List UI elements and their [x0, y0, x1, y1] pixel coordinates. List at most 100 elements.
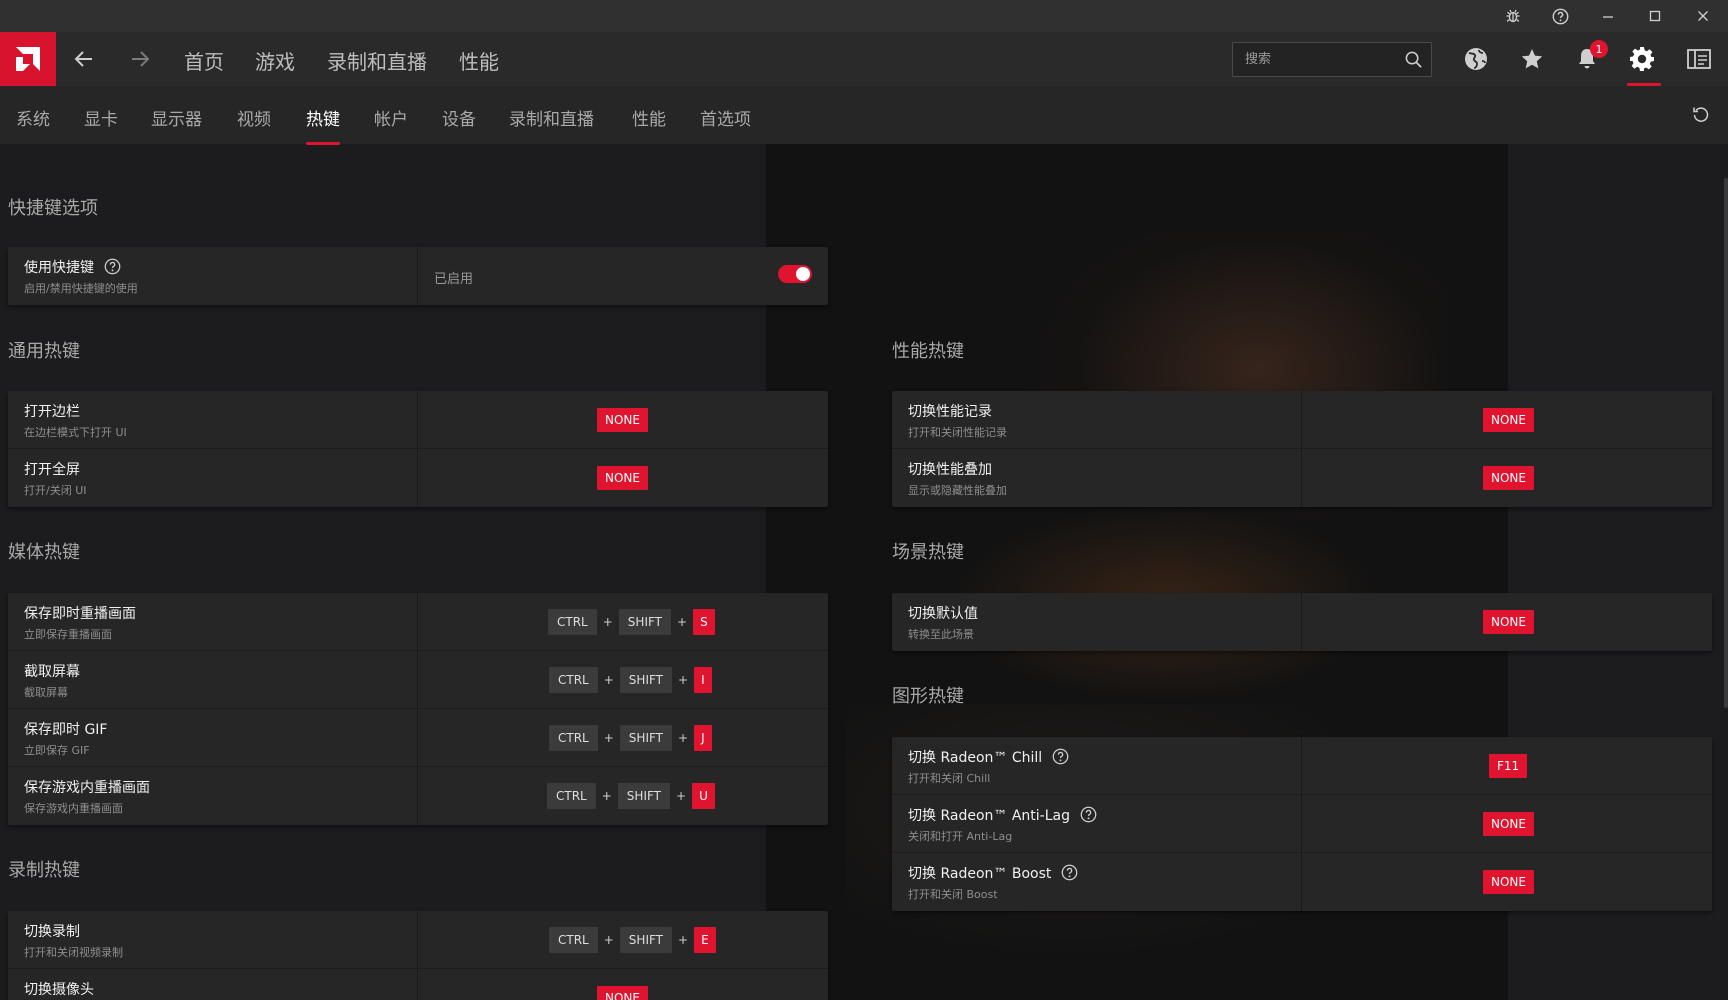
hotkey-title: 保存即时 GIF [24, 722, 108, 738]
hotkey-subtitle: 打开和关闭性能记录 [908, 426, 1007, 439]
key-shift: SHIFT [619, 725, 672, 751]
hotkey-assign-button[interactable]: NONE [1483, 610, 1534, 634]
hotkey-title: 切换 Radeon™ Boost [908, 866, 1052, 882]
general-hotkeys-panel: 打开边栏 在边栏模式下打开 UI NONE 打开全屏 打开/关闭 UI NONE [8, 391, 828, 507]
vertical-scrollbar[interactable] [1724, 178, 1728, 708]
help-icon[interactable] [104, 258, 121, 275]
tab-performance[interactable]: 性能 [459, 46, 499, 75]
reset-icon[interactable] [1688, 102, 1714, 128]
sidebar-toggle-icon[interactable] [1674, 32, 1724, 86]
section-title-graphics: 图形热键 [892, 686, 964, 707]
tab-games[interactable]: 游戏 [255, 46, 295, 75]
help-icon[interactable] [1061, 864, 1078, 881]
tab-home[interactable]: 首页 [184, 46, 224, 75]
subtab-preferences[interactable]: 首选项 [700, 105, 751, 130]
hotkey-subtitle: 打开和关闭 Boost [908, 888, 998, 901]
recording-hotkeys-panel: 切换录制打开和关闭视频录制 CTRL + SHIFT + E 切换摄像头 NONE [8, 911, 828, 1000]
hotkey-row: 切换 Radeon™ Chill 打开和关闭 Chill F11 [892, 737, 1712, 795]
hotkey-subtitle: 转换至此场景 [908, 628, 974, 641]
tab-record-stream[interactable]: 录制和直播 [327, 46, 427, 75]
hotkey-title: 切换摄像头 [24, 982, 94, 998]
key-shift: SHIFT [619, 927, 672, 953]
subtab-display[interactable]: 显示器 [151, 105, 202, 130]
hotkey-subtitle: 打开和关闭视频录制 [24, 946, 123, 959]
use-shortcuts-title: 使用快捷键 [24, 260, 94, 276]
hotkey-row: 切换默认值 转换至此场景 NONE [892, 593, 1712, 651]
hotkey-subtitle: 立即保存 GIF [24, 744, 90, 757]
performance-hotkeys-panel: 切换性能记录 打开和关闭性能记录 NONE 切换性能叠加 显示或隐藏性能叠加 NON… [892, 391, 1712, 507]
key-shift: SHIFT [617, 783, 670, 809]
subtab-hotkeys[interactable]: 热键 [306, 105, 340, 145]
hotkey-subtitle: 打开和关闭 Chill [908, 772, 991, 785]
hotkey-assign-button[interactable]: F11 [1489, 754, 1528, 778]
hotkey-row: 切换 Radeon™ Anti-Lag 关闭和打开 Anti-Lag NONE [892, 795, 1712, 853]
search-input[interactable] [1245, 43, 1395, 76]
hotkey-assign-button[interactable]: NONE [597, 986, 648, 1000]
help-icon[interactable] [1080, 806, 1097, 823]
subtab-performance[interactable]: 性能 [632, 105, 666, 130]
hotkey-assign-button[interactable]: NONE [597, 466, 648, 490]
hotkey-row: 切换性能记录 打开和关闭性能记录 NONE [892, 391, 1712, 449]
settings-gear-icon[interactable] [1617, 32, 1667, 86]
hotkey-assign-button[interactable]: NONE [1483, 408, 1534, 432]
subtab-record-stream[interactable]: 录制和直播 [509, 105, 594, 130]
scene-hotkeys-panel: 切换默认值 转换至此场景 NONE [892, 593, 1712, 651]
title-bar [0, 0, 1728, 32]
use-shortcuts-row: 使用快捷键 启用/禁用快捷键的使用 已启用 [8, 247, 828, 305]
hotkey-assign-button[interactable]: NONE [1483, 466, 1534, 490]
minimize-icon[interactable] [1585, 0, 1631, 32]
key-ctrl: CTRL [547, 783, 596, 809]
search-box[interactable] [1232, 42, 1432, 77]
search-icon[interactable] [1404, 50, 1423, 73]
hotkey-combo[interactable]: CTRL + SHIFT + S [548, 609, 715, 635]
hotkey-row: 保存游戏内重播画面 保存游戏内重播画面 CTRL + SHIFT + U [8, 767, 828, 825]
hotkey-assign-button[interactable]: NONE [1483, 870, 1534, 894]
key-letter: I [694, 667, 712, 693]
hotkey-combo[interactable]: CTRL + SHIFT + J [549, 725, 712, 751]
hotkey-assign-button[interactable]: NONE [597, 408, 648, 432]
subtab-devices[interactable]: 设备 [442, 105, 476, 130]
subtab-video[interactable]: 视频 [237, 105, 271, 130]
help-icon[interactable] [1052, 748, 1069, 765]
back-icon[interactable] [56, 32, 112, 86]
subtab-graphics[interactable]: 显卡 [84, 105, 118, 130]
hotkey-subtitle: 截取屏幕 [24, 686, 68, 699]
hotkey-row: 保存即时重播画面 立即保存重播画面 CTRL + SHIFT + S [8, 593, 828, 651]
favorites-star-icon[interactable] [1507, 32, 1557, 86]
settings-subnav: 系统 显卡 显示器 视频 热键 帐户 设备 录制和直播 性能 首选项 [0, 86, 1728, 145]
amd-logo[interactable] [0, 32, 56, 86]
hotkey-assign-button[interactable]: NONE [1483, 812, 1534, 836]
hotkey-subtitle: 保存游戏内重播画面 [24, 802, 123, 815]
bug-icon[interactable] [1490, 0, 1536, 32]
help-icon[interactable] [1537, 0, 1583, 32]
hotkey-title: 切换性能叠加 [908, 462, 992, 478]
subtab-account[interactable]: 帐户 [374, 105, 408, 130]
hotkey-combo[interactable]: CTRL + SHIFT + U [547, 783, 715, 809]
hotkey-row: 切换摄像头 NONE [8, 969, 828, 1000]
key-ctrl: CTRL [549, 927, 598, 953]
key-ctrl: CTRL [549, 725, 598, 751]
hotkey-title: 打开全屏 [24, 462, 80, 478]
key-ctrl: CTRL [548, 609, 597, 635]
globe-icon[interactable] [1451, 32, 1501, 86]
hotkey-combo[interactable]: CTRL + SHIFT + E [549, 927, 716, 953]
key-ctrl: CTRL [549, 667, 598, 693]
hotkey-subtitle: 打开/关闭 UI [24, 484, 87, 497]
use-shortcuts-toggle[interactable] [778, 265, 812, 283]
key-letter: E [694, 927, 716, 953]
key-letter: J [694, 725, 712, 751]
hotkey-title: 切换 Radeon™ Chill [908, 750, 1043, 766]
section-title-general: 通用热键 [8, 341, 80, 362]
media-hotkeys-panel: 保存即时重播画面 立即保存重播画面 CTRL + SHIFT + S 截取屏幕 截取屏幕 C… [8, 593, 828, 825]
hotkey-title: 保存游戏内重播画面 [24, 780, 150, 796]
hotkey-title: 保存即时重播画面 [24, 606, 136, 622]
forward-icon[interactable] [112, 32, 168, 86]
maximize-icon[interactable] [1632, 0, 1678, 32]
close-icon[interactable] [1680, 0, 1726, 32]
subtab-system[interactable]: 系统 [16, 105, 50, 130]
hotkey-combo[interactable]: CTRL + SHIFT + I [549, 667, 712, 693]
use-shortcuts-status: 已启用 [434, 272, 474, 287]
notifications-bell-icon[interactable]: 1 [1562, 32, 1612, 86]
hotkey-title: 切换录制 [24, 924, 80, 940]
hotkey-title: 切换 Radeon™ Anti-Lag [908, 808, 1070, 824]
